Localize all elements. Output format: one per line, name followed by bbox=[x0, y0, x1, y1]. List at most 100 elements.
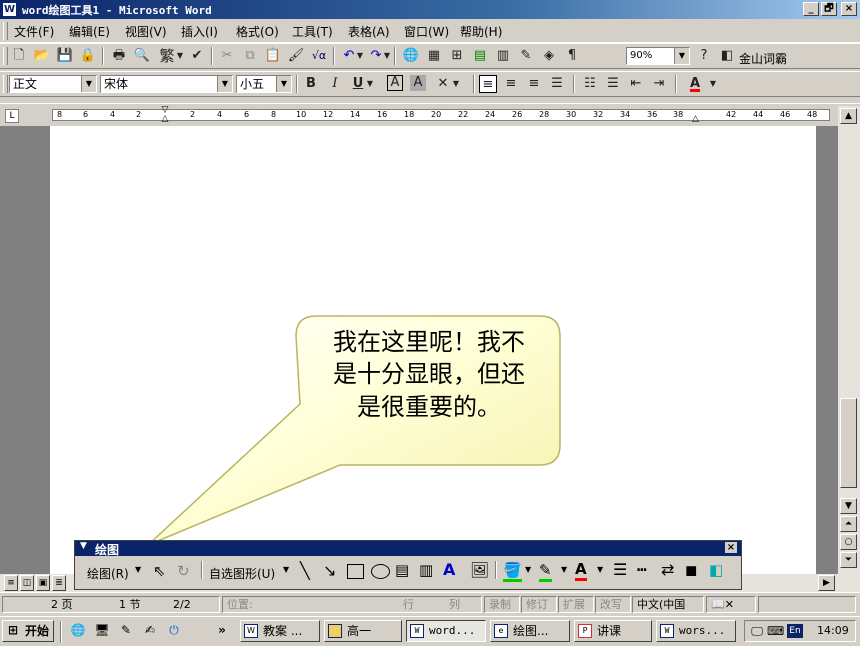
zoom-select[interactable]: 90% ▼ bbox=[626, 47, 690, 65]
tables-borders-icon[interactable]: ▦ bbox=[425, 47, 443, 65]
chevron-down-icon[interactable]: ▼ bbox=[356, 47, 364, 65]
chevron-down-icon[interactable]: ▼ bbox=[674, 48, 689, 64]
quicklaunch-icon[interactable]: ✎ bbox=[118, 622, 134, 638]
character-border-icon[interactable]: A bbox=[387, 75, 403, 91]
font-select[interactable]: 宋体 ▼ bbox=[100, 75, 233, 93]
tab-selector-icon[interactable]: L bbox=[5, 109, 19, 123]
chevron-down-icon[interactable]: ▼ bbox=[366, 75, 374, 93]
new-document-icon[interactable]: 🗋 bbox=[10, 47, 28, 65]
status-extend[interactable]: 扩展 bbox=[558, 596, 594, 613]
3d-icon[interactable]: ◧ bbox=[709, 561, 723, 579]
clipart-icon[interactable]: 🖼 bbox=[470, 561, 489, 579]
chevron-down-icon[interactable]: ▼ bbox=[452, 75, 460, 93]
close-button[interactable]: × bbox=[841, 2, 857, 16]
align-justify-icon[interactable]: ≡ bbox=[479, 75, 497, 93]
drawing-toggle-icon[interactable]: ✎ bbox=[517, 47, 535, 65]
ie-icon[interactable]: 🌐 bbox=[70, 622, 86, 638]
chevron-down-icon[interactable]: ▼ bbox=[135, 565, 141, 574]
show-hide-marks-icon[interactable]: ¶ bbox=[563, 47, 581, 65]
shadow-icon[interactable]: ◼ bbox=[685, 561, 697, 579]
menu-insert[interactable]: 插入(I) bbox=[181, 23, 218, 40]
free-rotate-icon[interactable]: ↻ bbox=[177, 562, 190, 580]
toolbar-grip[interactable] bbox=[3, 75, 8, 93]
right-indent-marker-icon[interactable]: △ bbox=[692, 114, 702, 124]
restore-button[interactable]: 🗗 bbox=[821, 2, 837, 16]
font-size-select[interactable]: 小五 ▼ bbox=[236, 75, 292, 93]
document-map-icon[interactable]: ◈ bbox=[540, 47, 558, 65]
line-style-icon[interactable]: ☰ bbox=[613, 560, 627, 579]
minimize-button[interactable]: _ bbox=[803, 2, 819, 16]
chevron-down-icon[interactable]: ▼ bbox=[525, 565, 531, 574]
vertical-scrollbar[interactable]: ▲ ▼ ⏶ ○ ⏷ bbox=[838, 106, 860, 592]
chevron-down-icon[interactable]: ▼ bbox=[81, 76, 96, 92]
chevron-down-icon[interactable]: ▼ bbox=[283, 565, 289, 574]
scroll-up-icon[interactable]: ▲ bbox=[840, 108, 857, 124]
increase-indent-icon[interactable]: ⇥ bbox=[650, 75, 668, 93]
italic-icon[interactable]: I bbox=[326, 75, 344, 93]
chevron-down-icon[interactable]: ▼ bbox=[597, 565, 603, 574]
dash-style-icon[interactable]: ┅ bbox=[637, 560, 647, 579]
task-word-active[interactable]: W word... bbox=[406, 620, 486, 642]
status-record[interactable]: 录制 bbox=[484, 596, 520, 613]
autoshapes-button[interactable]: 自选图形(U) bbox=[209, 565, 275, 582]
word-app-icon[interactable]: W bbox=[2, 2, 17, 17]
select-objects-icon[interactable]: ⇖ bbox=[153, 562, 166, 580]
line-color-icon[interactable]: ✎ bbox=[539, 561, 552, 582]
menu-tools[interactable]: 工具(T) bbox=[292, 23, 333, 40]
bullets-icon[interactable]: ☰ bbox=[604, 75, 622, 93]
phonetic-guide-icon[interactable]: ✕ bbox=[434, 75, 452, 93]
numbering-icon[interactable]: ☷ bbox=[581, 75, 599, 93]
scroll-down-icon[interactable]: ▼ bbox=[840, 498, 857, 514]
equation-icon[interactable]: √α bbox=[310, 47, 328, 65]
menubar-grip[interactable] bbox=[3, 22, 8, 40]
chevron-down-icon[interactable]: ▼ bbox=[176, 47, 184, 65]
character-shading-icon[interactable]: A bbox=[410, 75, 426, 91]
fill-color-icon[interactable]: 🪣 bbox=[503, 561, 522, 582]
align-right-icon[interactable]: ≡ bbox=[525, 75, 543, 93]
arrow-style-icon[interactable]: ⇄ bbox=[661, 560, 674, 579]
clock[interactable]: 14:09 bbox=[817, 624, 849, 637]
oval-icon[interactable] bbox=[371, 564, 390, 579]
underline-icon[interactable]: U bbox=[349, 75, 367, 93]
status-track[interactable]: 修订 bbox=[521, 596, 557, 613]
close-icon[interactable]: × bbox=[725, 542, 737, 553]
menu-table[interactable]: 表格(A) bbox=[348, 23, 390, 40]
menu-help[interactable]: 帮助(H) bbox=[460, 23, 502, 40]
copy-icon[interactable]: ⧉ bbox=[241, 47, 259, 65]
scroll-right-icon[interactable]: ▶ bbox=[818, 575, 835, 591]
help-icon[interactable]: ? bbox=[695, 47, 713, 65]
previous-page-icon[interactable]: ⏶ bbox=[840, 516, 857, 532]
title-bar[interactable]: W word绘图工具1 - Microsoft Word _ 🗗 × bbox=[0, 0, 860, 19]
menu-window[interactable]: 窗口(W) bbox=[404, 23, 449, 40]
jinshan-ciba-button[interactable]: 金山词霸 bbox=[739, 50, 787, 67]
task-lesson-plan[interactable]: W 教案 ... bbox=[240, 620, 320, 642]
bold-icon[interactable]: B bbox=[302, 75, 320, 93]
next-page-icon[interactable]: ⏷ bbox=[840, 552, 857, 568]
chevron-down-icon[interactable]: ▼ bbox=[80, 541, 87, 551]
drawing-toolbar[interactable]: ▼ 绘图 × 绘图(R) ▼ ⇖ ↻ 自选图形(U) ▼ ╲ ↘ ▤ ▥ A 🖼… bbox=[74, 540, 742, 590]
menu-edit[interactable]: 编辑(E) bbox=[69, 23, 110, 40]
font-color-icon[interactable]: A bbox=[686, 75, 704, 93]
cut-icon[interactable]: ✂ bbox=[218, 47, 236, 65]
monitor-tray-icon[interactable]: 🖵 bbox=[749, 623, 765, 639]
wordart-icon[interactable]: A bbox=[443, 560, 455, 579]
page-view-icon[interactable]: ▣ bbox=[36, 575, 50, 591]
traditional-chinese-button[interactable]: 繁 bbox=[158, 47, 176, 65]
permission-icon[interactable]: 🔒 bbox=[79, 47, 97, 65]
menu-view[interactable]: 视图(V) bbox=[125, 23, 167, 40]
task-wors[interactable]: W wors... bbox=[656, 620, 736, 642]
open-folder-icon[interactable]: 📂 bbox=[33, 47, 51, 65]
task-lecture[interactable]: P 讲课 bbox=[574, 620, 652, 642]
vertical-textbox-icon[interactable]: ▥ bbox=[419, 561, 433, 579]
status-overtype[interactable]: 改写 bbox=[595, 596, 631, 613]
format-painter-icon[interactable]: 🖌 bbox=[287, 47, 305, 65]
ime-tray-icon[interactable]: ⌨ bbox=[767, 623, 784, 639]
draw-menu-button[interactable]: 绘图(R) bbox=[87, 565, 129, 582]
save-icon[interactable]: 💾 bbox=[56, 47, 74, 65]
insert-table-icon[interactable]: ⊞ bbox=[448, 47, 466, 65]
columns-icon[interactable]: ▥ bbox=[494, 47, 512, 65]
task-drawing[interactable]: e 绘图... bbox=[490, 620, 570, 642]
paste-icon[interactable]: 📋 bbox=[264, 47, 282, 65]
print-icon[interactable]: 🖶 bbox=[110, 47, 128, 65]
quicklaunch-icon[interactable]: ⏻ bbox=[166, 622, 182, 638]
